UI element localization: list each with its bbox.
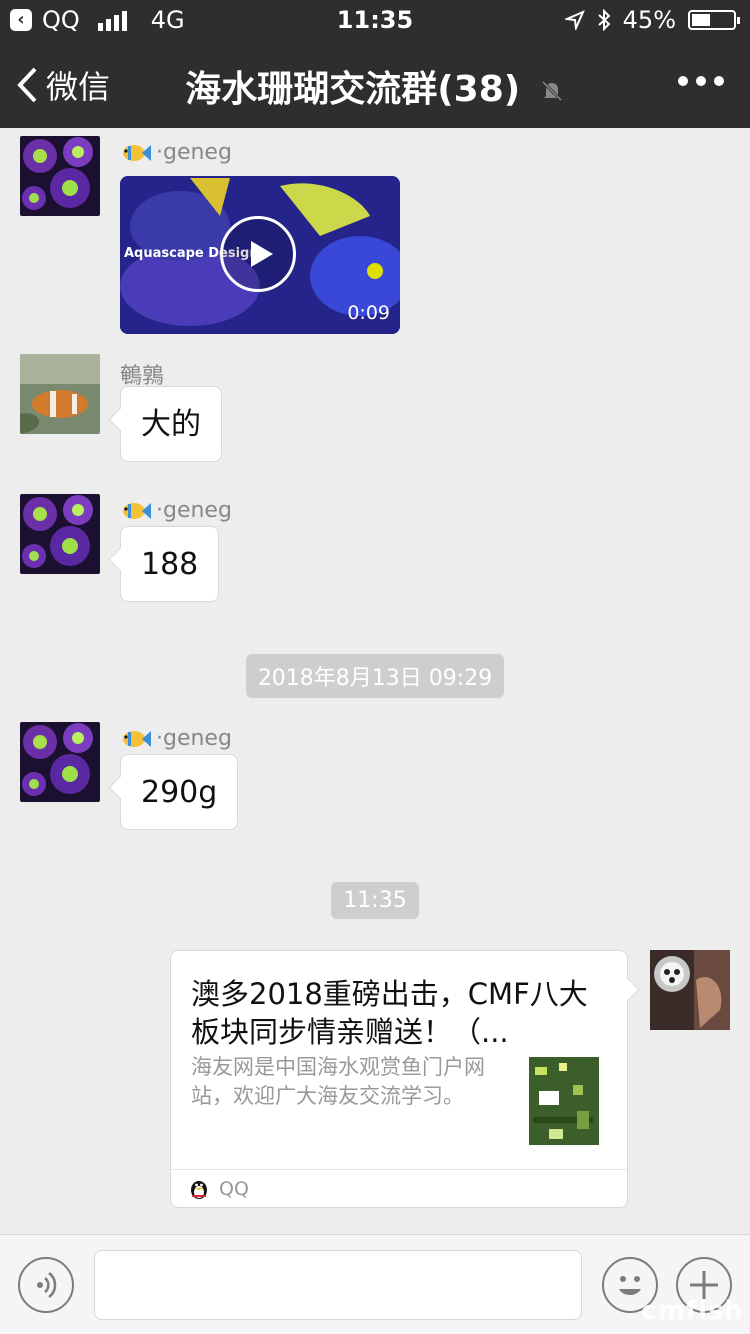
watch-avatar-image — [650, 950, 730, 1030]
battery-percent: 45% — [622, 6, 676, 34]
sender-label: ·geneg — [156, 726, 232, 751]
fish-emoji-icon — [123, 144, 151, 161]
video-duration: 0:09 — [347, 302, 390, 324]
bluetooth-icon — [597, 9, 611, 31]
link-footer: QQ — [171, 1169, 627, 1210]
timestamp: 11:35 — [0, 882, 750, 919]
link-description: 海友网是中国海水观赏鱼门户网站，欢迎广大海友交流学习。 — [191, 1055, 485, 1108]
coral-avatar-image — [20, 494, 100, 574]
link-source: QQ — [219, 1178, 249, 1200]
avatar[interactable] — [20, 494, 100, 574]
top-bar: ‹ QQ 4G 11:35 45% 微信 海水珊瑚交流群(38) — [0, 0, 750, 128]
my-avatar[interactable] — [650, 950, 730, 1030]
video-message[interactable]: Aquascape Design 0:09 — [120, 176, 400, 334]
timestamp: 2018年8月13日 09:29 — [0, 654, 750, 698]
input-bar: cmfish — [0, 1234, 750, 1334]
voice-button[interactable] — [18, 1257, 74, 1313]
watermark: cmfish — [641, 1296, 744, 1326]
coral-avatar-image — [20, 722, 100, 802]
message-text: ·geneg 290g — [20, 722, 730, 842]
avatar[interactable] — [20, 136, 100, 216]
message-text: ·geneg 188 — [20, 494, 730, 614]
sender-label: ·geneg — [156, 140, 232, 165]
voice-icon — [37, 1272, 57, 1298]
message-text-content: 188 — [141, 547, 199, 582]
more-options-button[interactable] — [678, 76, 724, 86]
fish-emoji-icon — [123, 502, 151, 519]
chat-title: 海水珊瑚交流群(38) — [0, 60, 750, 112]
clownfish-avatar-image — [20, 354, 100, 434]
coral-avatar-image — [20, 136, 100, 216]
status-right: 45% — [564, 6, 740, 34]
text-bubble[interactable]: 290g — [120, 754, 239, 830]
link-thumbnail — [529, 1057, 599, 1145]
timestamp-label: 2018年8月13日 09:29 — [245, 654, 505, 698]
sender-label: ·geneg — [156, 498, 232, 523]
message-text: 鵪鶉 大的 — [20, 354, 730, 474]
navigation-bar: 微信 海水珊瑚交流群(38) — [0, 40, 750, 128]
status-bar: ‹ QQ 4G 11:35 45% — [0, 0, 750, 40]
chat-title-text: 海水珊瑚交流群(38) — [185, 69, 521, 110]
qq-penguin-icon — [191, 1181, 207, 1199]
mute-icon — [541, 80, 562, 102]
play-icon[interactable] — [220, 216, 296, 292]
shared-link-card[interactable]: 澳多2018重磅出击，CMF八大板块同步情亲赠送！（... 海友网是中国海水观赏… — [170, 950, 628, 1208]
message-video: ·geneg Aquascape Design 0:09 — [20, 136, 730, 336]
sender-name: ·geneg — [120, 726, 232, 751]
timestamp-label: 11:35 — [331, 882, 419, 919]
message-input[interactable] — [94, 1250, 582, 1320]
text-bubble[interactable]: 大的 — [120, 386, 222, 462]
avatar[interactable] — [20, 722, 100, 802]
chat-area[interactable]: ·geneg Aquascape Design 0:09 鵪鶉 大的 ·gene… — [0, 128, 750, 1234]
location-icon — [564, 10, 585, 30]
message-text-content: 大的 — [141, 407, 201, 442]
fish-emoji-icon — [123, 730, 151, 747]
sender-name: ·geneg — [120, 140, 232, 165]
message-text-content: 290g — [141, 775, 218, 810]
link-title: 澳多2018重磅出击，CMF八大板块同步情亲赠送！（... — [191, 977, 588, 1049]
battery-icon — [688, 10, 740, 30]
battery-fill — [692, 14, 710, 26]
avatar[interactable] — [20, 354, 100, 434]
sender-name: ·geneg — [120, 498, 232, 523]
text-bubble[interactable]: 188 — [120, 526, 220, 602]
